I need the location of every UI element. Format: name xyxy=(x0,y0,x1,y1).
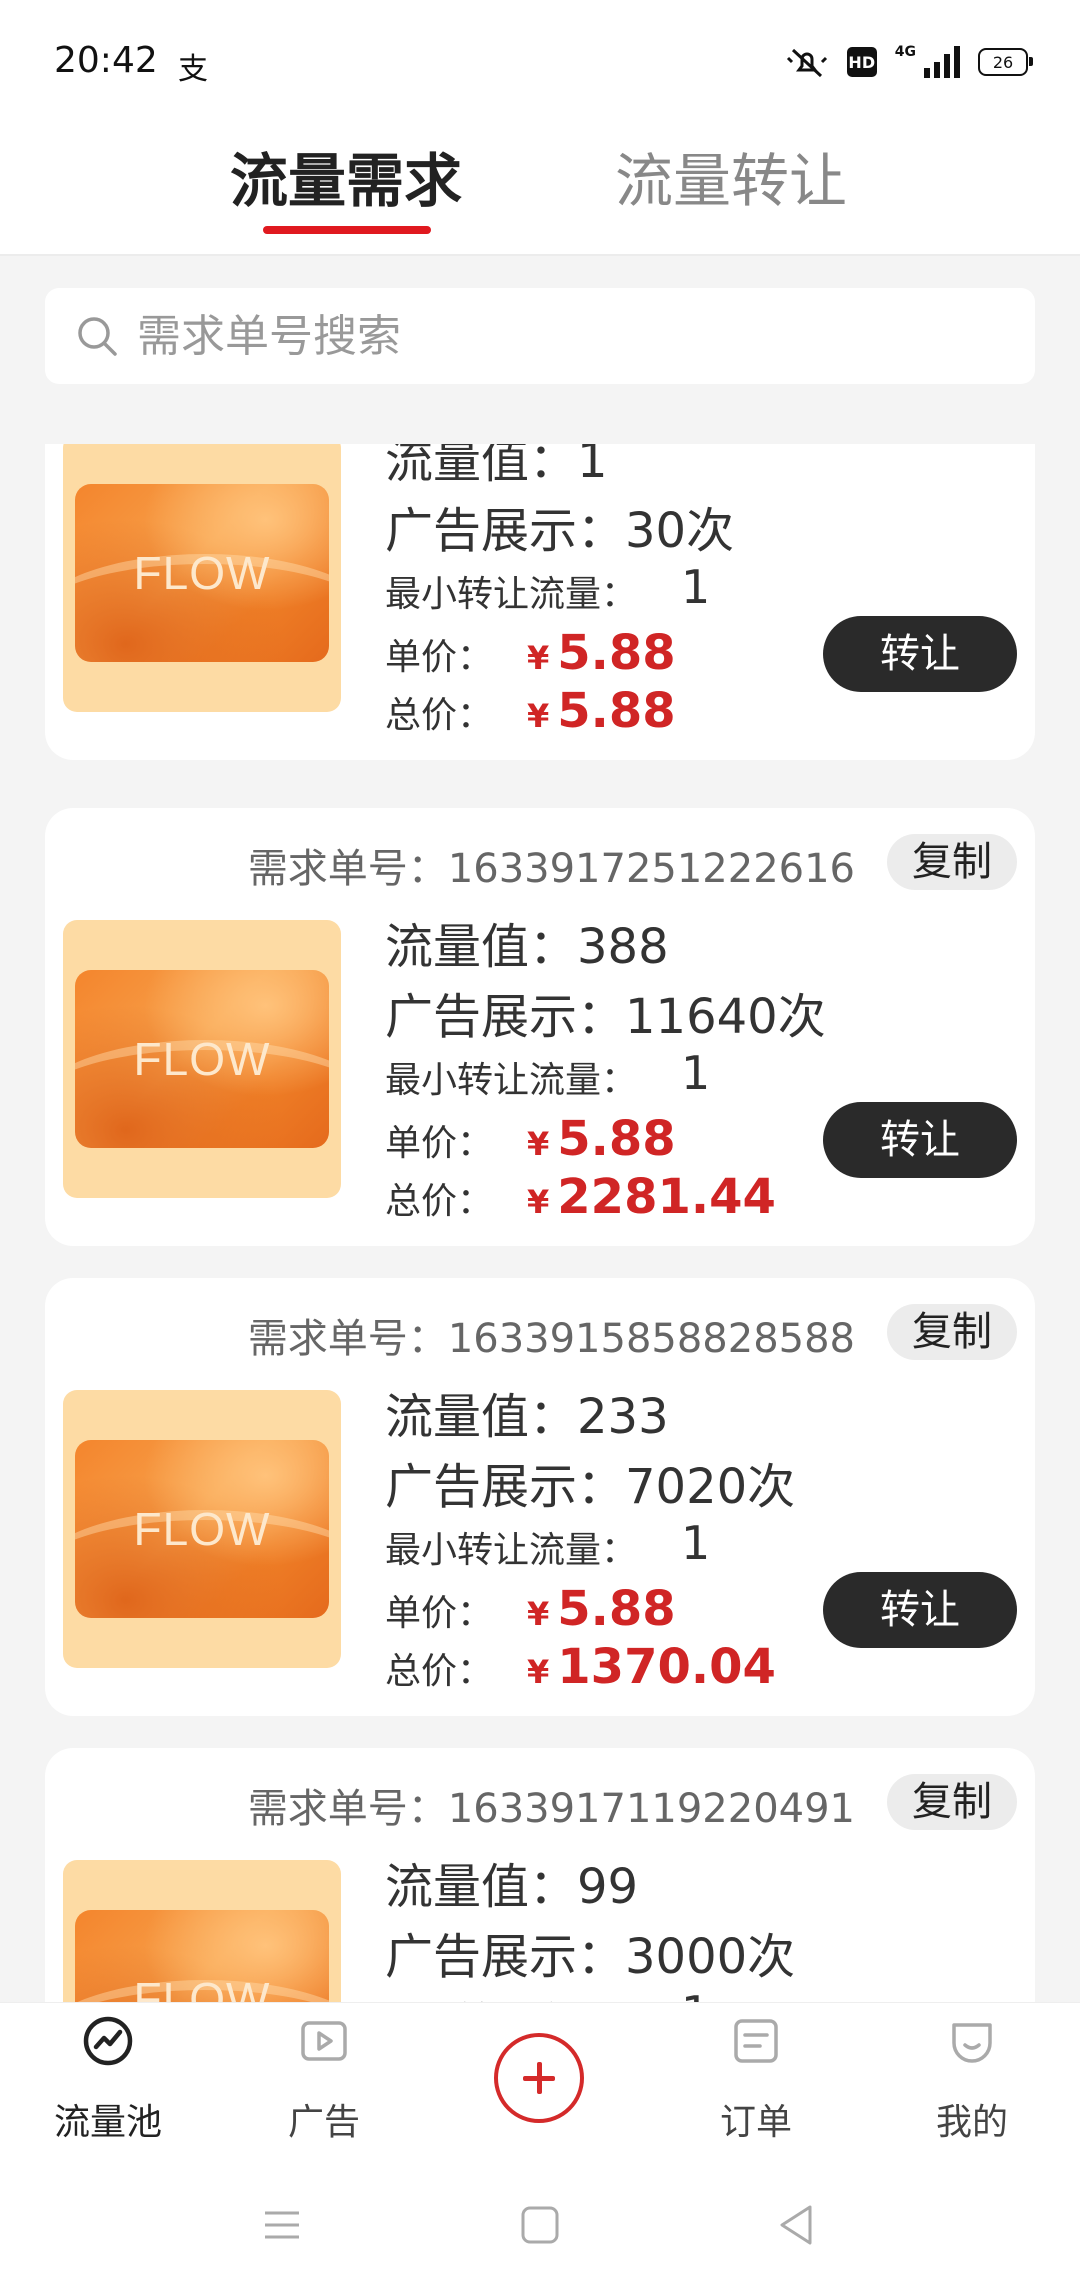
ad-display-row: 广告展示：30次 xyxy=(385,503,735,559)
ad-display-count: 7020 xyxy=(625,1459,748,1515)
min-transfer-value: 1 xyxy=(681,1516,711,1570)
unit-price-row: 单价： ¥5.88 xyxy=(385,1111,676,1167)
transfer-button[interactable]: 转让 xyxy=(823,1102,1017,1178)
order-icon xyxy=(734,2019,778,2063)
order-number-line: 需求单号：1633917251222616 xyxy=(247,846,855,892)
order-number-line: 需求单号：1633915858828588 xyxy=(247,1316,855,1362)
network-type: 4G xyxy=(894,44,916,60)
flow-value: 99 xyxy=(577,1859,639,1915)
search-input[interactable] xyxy=(137,298,997,374)
nav-label: 订单 xyxy=(719,2102,792,2143)
min-transfer-row: 最小转让流量：1 xyxy=(385,1986,795,2002)
unit-price-row: 单价： ¥5.88 xyxy=(385,1581,676,1637)
order-card: 需求单号：1633917119220491 复制 FLOW 流量值：99 广告展… xyxy=(45,1748,1035,2002)
flow-value: 1 xyxy=(577,444,608,489)
order-card: FLOW 流量值：1 广告展示：30次 最小转让流量： 1 单价： ¥5.88 总价… xyxy=(45,444,1035,760)
order-number: 1633917119220491 xyxy=(447,1786,855,1832)
min-transfer-value: 1 xyxy=(681,1046,711,1100)
unit-price: 5.88 xyxy=(557,1581,676,1637)
flow-thumbnail: FLOW xyxy=(63,444,341,712)
total-price-row: 总价： ¥5.88 xyxy=(385,683,676,739)
min-transfer-value: 1 xyxy=(681,1984,710,2002)
order-card: 需求单号：1633917251222616 复制 FLOW 流量值：388 广告… xyxy=(45,808,1035,1246)
ad-icon xyxy=(301,2021,347,2061)
ad-display-row: 广告展示：11640次 xyxy=(385,989,826,1045)
add-icon[interactable] xyxy=(494,2033,584,2123)
flow-thumb-text: FLOW xyxy=(133,1503,271,1555)
copy-button[interactable]: 复制 xyxy=(887,1774,1017,1830)
tab-flow-demand[interactable]: 流量需求 xyxy=(230,134,462,218)
status-time: 20:42 xyxy=(54,40,158,81)
order-number: 1633917251222616 xyxy=(447,846,855,892)
min-transfer-value: 1 xyxy=(681,560,711,614)
min-transfer-row: 最小转让流量：1 xyxy=(385,1516,711,1571)
ad-display-row: 广告展示：3000次 xyxy=(385,1929,796,1985)
min-transfer-row: 最小转让流量：1 xyxy=(385,560,711,615)
nav-label: 流量池 xyxy=(53,2102,162,2143)
nav-ad[interactable]: 广告 xyxy=(224,2003,424,2171)
nav-label: 我的 xyxy=(935,2102,1008,2143)
min-transfer-row: 最小转让流量：1 xyxy=(385,1046,711,1101)
flow-thumbnail: FLOW xyxy=(63,1390,341,1668)
bottom-nav: 流量池 广告 订单 我的 xyxy=(0,2002,1080,2171)
mute-bell-icon xyxy=(786,48,827,78)
menu-icon[interactable] xyxy=(257,2200,307,2250)
battery-icon: 26 xyxy=(978,48,1033,76)
system-nav-bar xyxy=(0,2170,1080,2280)
nav-profile[interactable]: 我的 xyxy=(872,2003,1072,2171)
ad-display-count: 11640 xyxy=(625,989,778,1045)
flow-value-row: 流量值：99 xyxy=(385,1859,639,1915)
unit-price: 5.88 xyxy=(557,1111,676,1167)
ad-display-count: 30 xyxy=(625,503,687,559)
nav-orders[interactable]: 订单 xyxy=(656,2003,856,2171)
total-price: 5.88 xyxy=(557,683,676,739)
flow-value-row: 流量值：233 xyxy=(385,1389,669,1445)
tab-flow-transfer[interactable]: 流量转让 xyxy=(615,134,847,218)
order-number-line: 需求单号：1633917119220491 xyxy=(247,1786,855,1832)
flow-value-row: 流量值：1 xyxy=(385,444,734,496)
nav-label: 广告 xyxy=(287,2102,360,2143)
status-bar: 20:42 支 HD 4G 26 xyxy=(0,0,1080,130)
flow-thumb-text: FLOW xyxy=(133,1973,271,2002)
total-price: 1370.04 xyxy=(557,1639,776,1695)
total-price: 2281.44 xyxy=(557,1169,776,1225)
copy-button[interactable]: 复制 xyxy=(887,1304,1017,1360)
nav-flow-pool[interactable]: 流量池 xyxy=(8,2003,208,2171)
home-icon[interactable] xyxy=(515,2200,565,2250)
status-icons: HD 4G 26 xyxy=(785,44,1033,80)
unit-price-row: 单价： ¥5.88 xyxy=(385,625,676,681)
search-bar xyxy=(45,288,1035,384)
back-icon[interactable] xyxy=(772,2200,822,2250)
transfer-button[interactable]: 转让 xyxy=(823,1572,1017,1648)
transfer-button[interactable]: 转让 xyxy=(823,616,1017,692)
total-price-row: 总价： ¥1370.04 xyxy=(385,1639,776,1695)
order-number: 1633915858828588 xyxy=(447,1316,855,1362)
flow-value: 388 xyxy=(577,919,669,975)
top-tabs: 流量需求 流量转让 xyxy=(0,130,1080,256)
flow-value-row: 流量值：388 xyxy=(385,919,669,975)
search-icon xyxy=(78,317,117,356)
profile-icon xyxy=(952,2023,992,2063)
active-tab-indicator xyxy=(263,226,431,234)
alipay-notification-icon: 支 xyxy=(178,52,208,87)
flow-value: 233 xyxy=(577,1389,669,1445)
flow-thumbnail: FLOW xyxy=(63,920,341,1198)
flow-thumb-text: FLOW xyxy=(133,547,271,599)
ad-display-count: 3000 xyxy=(625,1929,748,1985)
order-list[interactable]: FLOW 流量值：1 广告展示：30次 最小转让流量： 1 单价： ¥5.88 总价… xyxy=(0,444,1080,2002)
hd-icon: HD xyxy=(846,47,877,77)
copy-button[interactable]: 复制 xyxy=(887,834,1017,890)
flow-thumb-text: FLOW xyxy=(133,1033,271,1085)
unit-price: 5.88 xyxy=(557,625,676,681)
total-price-row: 总价： ¥2281.44 xyxy=(385,1169,776,1225)
ad-display-row: 广告展示：7020次 xyxy=(385,1459,796,1515)
signal-icon xyxy=(924,46,960,78)
flow-thumbnail: FLOW xyxy=(63,1860,341,2002)
flow-pool-icon xyxy=(83,2016,133,2066)
order-card: 需求单号：1633915858828588 复制 FLOW 流量值：233 广告… xyxy=(45,1278,1035,1716)
